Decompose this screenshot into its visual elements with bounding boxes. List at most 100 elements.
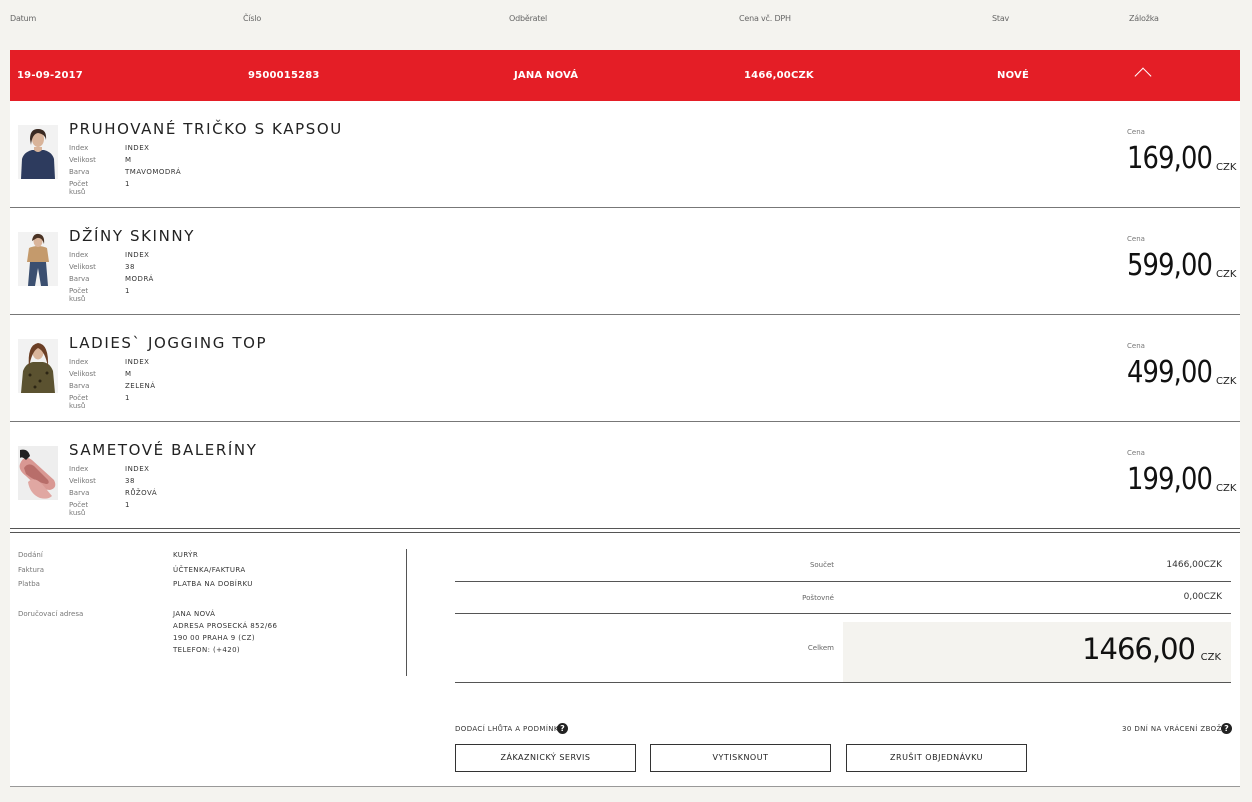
order-status: NOVÉ [997,70,1029,81]
price-currency: CZK [1216,162,1237,173]
attr-label: Barva [69,168,90,176]
order-row[interactable]: 19-09-2017 9500015283 JANA NOVÁ 1466,00C… [10,50,1240,101]
attr-value: INDEX [125,144,150,152]
attr-label: Barva [69,275,90,283]
payment-value: PLATBA NA DOBÍRKU [173,580,253,588]
grand-total-box: 1466,00 CZK [843,622,1231,682]
delivery-info: Dodání KURÝR [18,551,198,559]
product-name[interactable]: DŽÍNY SKINNY [69,227,195,245]
divider [455,613,1231,614]
invoice-value: ÚČTENKA/FAKTURA [173,566,246,574]
product-price: 169,00 [1127,141,1213,176]
address-street: ADRESA PROSECKÁ 852/66 [173,622,278,630]
invoice-info: Faktura ÚČTENKA/FAKTURA [18,566,245,574]
attr-value: INDEX [125,251,150,259]
header-date: Datum [10,14,37,23]
address-label: Doručovací adresa [18,610,84,618]
attr-value: RŮŽOVÁ [125,489,158,497]
price-label: Cena [1127,342,1145,350]
attr-value: 38 [125,263,135,271]
order-recipient: JANA NOVÁ [514,70,579,81]
help-icon[interactable]: ? [557,723,568,734]
help-icon[interactable]: ? [1221,723,1232,734]
shipping-value: 0,00CZK [1183,592,1222,602]
order-items-list: PRUHOVANÉ TRIČKO S KAPSOU Index INDEX Vel… [10,101,1240,528]
delivery-terms-link[interactable]: DODACÍ LHŮTA A PODMÍNKY [455,725,563,733]
list-item: DŽÍNY SKINNY Index INDEX Velikost 38 Barva… [10,208,1240,315]
product-name[interactable]: LADIES` JOGGING TOP [69,334,267,352]
subtotal-label: Součet [809,561,834,569]
attr-label: Velikost [69,370,96,378]
product-image-jeans[interactable] [18,232,58,286]
price-label: Cena [1127,128,1145,136]
price-label: Cena [1127,235,1145,243]
attr-label: Barva [69,382,90,390]
chevron-up-icon[interactable] [1134,67,1152,85]
attr-value: ZELENÁ [125,382,156,390]
header-number: Číslo [243,14,262,23]
product-name[interactable]: PRUHOVANÉ TRIČKO S KAPSOU [69,120,343,138]
shipping-label: Poštovné [802,594,834,602]
customer-service-button[interactable]: ZÁKAZNICKÝ SERVIS [455,744,636,772]
attr-label: Index [69,144,89,152]
attr-label: Počet kusů [69,180,89,196]
product-image-jogging-top[interactable] [18,339,58,393]
list-item: PRUHOVANÉ TRIČKO S KAPSOU Index INDEX Vel… [10,101,1240,208]
attr-label: Počet kusů [69,394,89,410]
summary-divider [406,549,407,676]
price-label: Cena [1127,449,1145,457]
attr-label: Index [69,465,89,473]
attr-value: M [125,156,132,164]
divider [455,682,1231,683]
order-date: 19-09-2017 [17,70,83,81]
bottom-divider [10,786,1240,787]
attr-value: 1 [125,287,130,295]
grand-total-value: 1466,00 [1082,632,1196,666]
returns-link[interactable]: 30 DNÍ NA VRÁCENÍ ZBOŽÍ [1122,725,1224,733]
attr-value: 1 [125,394,130,402]
product-price: 599,00 [1127,248,1213,283]
attr-label: Počet kusů [69,501,89,517]
attr-label: Index [69,251,89,259]
print-button[interactable]: VYTISKNOUT [650,744,831,772]
product-image-ballerinas[interactable] [18,446,58,500]
attr-value: 1 [125,180,130,188]
address-city: 190 00 PRAHA 9 (CZ) [173,634,256,642]
header-status: Stav [992,14,1010,23]
order-summary: Dodání KURÝR Faktura ÚČTENKA/FAKTURA Pla… [10,528,1240,786]
list-item: LADIES` JOGGING TOP Index INDEX Velikost M… [10,315,1240,422]
subtotal-value: 1466,00CZK [1166,560,1222,570]
cancel-order-button[interactable]: ZRUŠIT OBJEDNÁVKU [846,744,1027,772]
order-price: 1466,00CZK [744,70,814,81]
attr-value: TMAVOMODRÁ [125,168,182,176]
header-price-vat: Cena vč. DPH [739,14,791,23]
order-number: 9500015283 [248,70,320,81]
delivery-value: KURÝR [173,551,199,559]
price-currency: CZK [1216,269,1237,280]
attr-value: INDEX [125,465,150,473]
product-image-tshirt[interactable] [18,125,58,179]
product-price: 199,00 [1127,462,1213,497]
payment-info: Platba PLATBA NA DOBÍRKU [18,580,252,588]
attr-label: Velikost [69,156,96,164]
price-currency: CZK [1216,376,1237,387]
header-tab: Záložka [1129,14,1159,23]
attr-label: Barva [69,489,90,497]
address-name: JANA NOVÁ [173,610,216,618]
divider [455,581,1231,582]
product-name[interactable]: SAMETOVÉ BALERÍNY [69,441,258,459]
attr-label: Index [69,358,89,366]
address-info: Doručovací adresa JANA NOVÁ ADRESA PROSE… [18,610,277,654]
delivery-label: Dodání [18,551,43,559]
attr-value: 38 [125,477,135,485]
attr-label: Velikost [69,477,96,485]
attr-label: Počet kusů [69,287,89,303]
attr-label: Velikost [69,263,96,271]
payment-label: Platba [18,580,40,588]
grand-total-currency: CZK [1200,652,1221,663]
attr-value: M [125,370,132,378]
attr-value: MODRÁ [125,275,154,283]
attr-value: INDEX [125,358,150,366]
list-item: SAMETOVÉ BALERÍNY Index INDEX Velikost 38 … [10,422,1240,528]
address-phone: TELEFON: (+420) [173,646,241,654]
